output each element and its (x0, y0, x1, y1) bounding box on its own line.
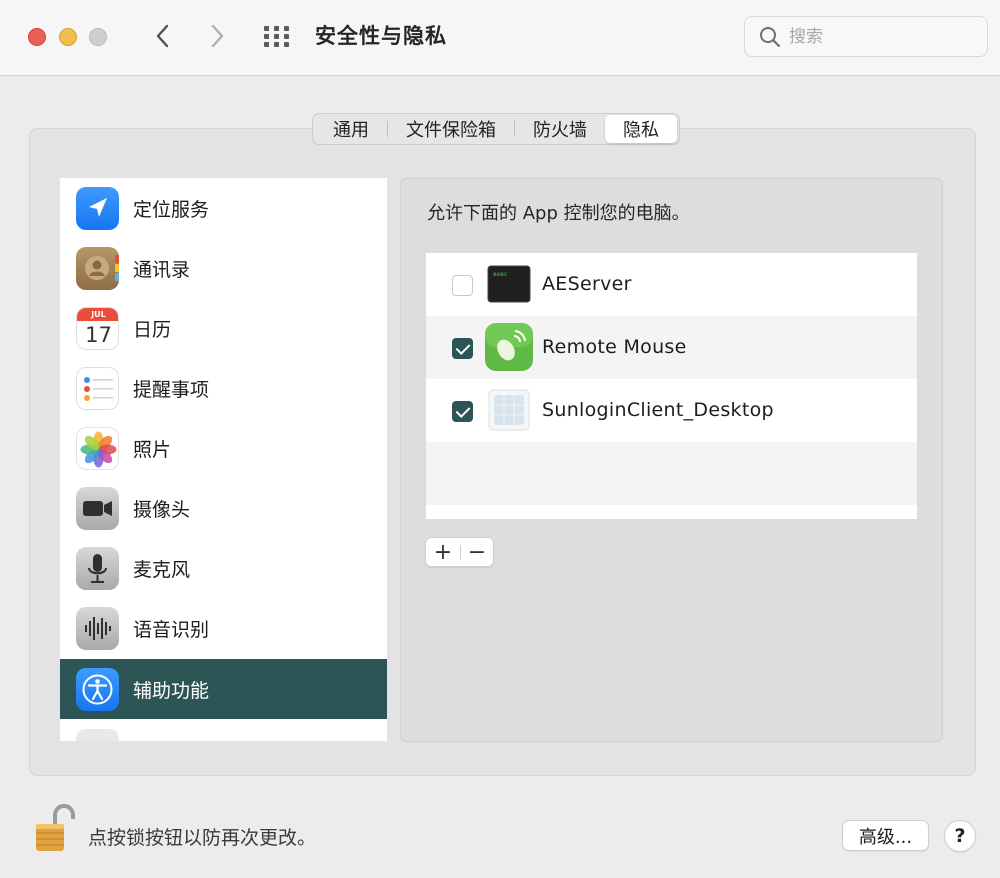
calendar-day: 17 (85, 323, 112, 347)
sidebar-item-label: 语音识别 (133, 619, 210, 641)
privacy-category-list[interactable]: 定位服务 通讯录 JUL 17 日历 提醒事项 照片 摄像头 麦克风 语音识别 … (60, 178, 387, 741)
app-list[interactable]: exec AEServer Remote Mouse SunloginClien… (425, 252, 918, 520)
sidebar-item-label: 照片 (133, 439, 172, 461)
unlocked-padlock-icon (36, 804, 75, 851)
search-field[interactable] (744, 16, 988, 57)
sidebar-item-speech-recognition[interactable]: 语音识别 (60, 598, 387, 658)
tab-label: 防火墙 (533, 120, 587, 141)
close-window-button[interactable] (28, 28, 46, 46)
list-item-aeserver[interactable]: exec AEServer (426, 253, 917, 316)
exec-label: exec (493, 271, 508, 278)
chevron-right-icon (211, 24, 224, 48)
sidebar-item-microphone[interactable]: 麦克风 (60, 538, 387, 598)
exec-terminal-icon: exec (486, 261, 532, 307)
show-all-grid-button[interactable] (262, 24, 294, 50)
photos-icon (76, 427, 119, 470)
sidebar-item-photos[interactable]: 照片 (60, 418, 387, 478)
sidebar-item-label: 麦克风 (133, 559, 191, 581)
sidebar-item-accessibility[interactable]: 辅助功能 (60, 659, 387, 719)
calendar-icon: JUL 17 (76, 307, 119, 350)
reminders-icon (76, 367, 119, 410)
sidebar-item-label: 通讯录 (133, 259, 191, 281)
accessibility-icon (76, 668, 119, 711)
tab-privacy[interactable]: 隐私 (605, 115, 677, 143)
window-title: 安全性与隐私 (315, 24, 447, 48)
sidebar-item-label: 日历 (133, 319, 172, 341)
sidebar-item-location-services[interactable]: 定位服务 (60, 178, 387, 238)
app-name: Remote Mouse (542, 336, 687, 358)
advanced-button[interactable]: 高级... (842, 820, 929, 851)
speech-recognition-icon (76, 607, 119, 650)
empty-list-row (426, 442, 917, 505)
sidebar-item-label: 提醒事项 (133, 379, 210, 401)
chevron-left-icon (156, 24, 169, 48)
lock-hint: 点按锁按钮以防再次更改。 (88, 827, 317, 849)
tab-filevault[interactable]: 文件保险箱 (388, 115, 514, 143)
tab-label: 隐私 (623, 120, 659, 141)
sidebar-item-partial[interactable] (60, 720, 387, 741)
tab-label: 通用 (333, 120, 369, 141)
sidebar-item-label: 定位服务 (133, 199, 210, 221)
sidebar-item-contacts[interactable]: 通讯录 (60, 238, 387, 298)
partial-item-icon (76, 729, 119, 741)
permission-description: 允许下面的 App 控制您的电脑。 (427, 203, 690, 224)
sidebar-item-camera[interactable]: 摄像头 (60, 478, 387, 538)
list-item-sunlogin[interactable]: SunloginClient_Desktop (426, 379, 917, 442)
tab-general[interactable]: 通用 (315, 115, 387, 143)
sidebar-item-label: 辅助功能 (133, 680, 210, 702)
sunlogin-checkbox[interactable] (452, 401, 473, 422)
sunlogin-icon (486, 387, 532, 433)
back-button[interactable] (148, 21, 176, 51)
camera-icon (76, 487, 119, 530)
calendar-month: JUL (77, 308, 118, 321)
remote-mouse-checkbox[interactable] (452, 338, 473, 359)
aeserver-checkbox[interactable] (452, 275, 473, 296)
list-item-remote-mouse[interactable]: Remote Mouse (426, 316, 917, 379)
tab-bar: 通用 文件保险箱 防火墙 隐私 (312, 113, 680, 145)
add-remove-control: + − (425, 537, 494, 567)
tab-label: 文件保险箱 (406, 120, 496, 141)
microphone-icon (76, 547, 119, 590)
add-app-button[interactable]: + (426, 538, 460, 566)
location-services-icon (76, 187, 119, 230)
minimize-window-button[interactable] (59, 28, 77, 46)
lock-button[interactable] (33, 803, 75, 855)
search-input[interactable] (789, 25, 969, 49)
tab-firewall[interactable]: 防火墙 (515, 115, 605, 143)
title-bar: 安全性与隐私 (0, 0, 1000, 76)
sidebar-item-calendar[interactable]: JUL 17 日历 (60, 298, 387, 358)
app-name: SunloginClient_Desktop (542, 399, 774, 421)
forward-button[interactable] (204, 21, 232, 51)
sidebar-item-label: 摄像头 (133, 499, 191, 521)
contacts-icon (76, 247, 119, 290)
remote-mouse-icon (485, 323, 533, 371)
app-name: AEServer (542, 273, 632, 295)
zoom-window-button (89, 28, 107, 46)
search-icon (760, 27, 781, 48)
remove-app-button[interactable]: − (460, 538, 494, 566)
sidebar-item-reminders[interactable]: 提醒事项 (60, 358, 387, 418)
help-button[interactable]: ? (944, 820, 976, 852)
